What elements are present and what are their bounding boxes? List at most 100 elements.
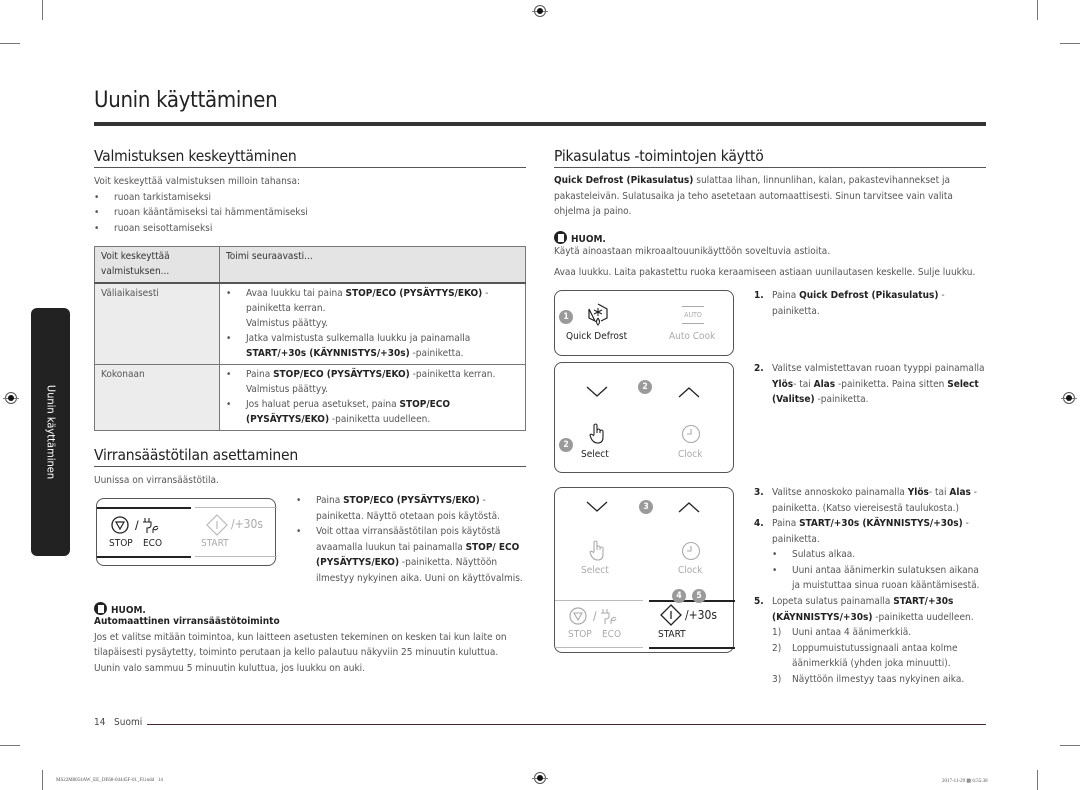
quick-defrost-label: Quick Defrost: [566, 331, 628, 342]
step-4: 4. Paina START/+30s (KÄYNNISTYS/+30s) -p…: [754, 516, 988, 594]
list-item: 2) Loppumuistutussignaali antaa kolme ään…: [772, 642, 958, 670]
pause-intro: Voit keskeyttää valmistuksen milloin tah…: [94, 176, 301, 187]
list-item: Sulatus alkaa.: [772, 547, 988, 563]
quick-defrost-icon[interactable]: [587, 303, 609, 327]
page-title: Uunin käyttäminen: [94, 88, 278, 113]
list-item: Avaa luukku tai paina STOP/ECO (PYSÄYTYS…: [226, 286, 519, 331]
list-item: Voit ottaa virransäästötilan pois käytös…: [296, 524, 526, 586]
bold-term: Ylös: [772, 378, 794, 390]
footer-rule: [147, 724, 986, 725]
stop-eco-icon[interactable]: /: [569, 606, 621, 626]
step-text: Paina: [772, 518, 800, 529]
eco-label: ECO: [143, 538, 163, 549]
step-text: Valitse annoskoko painamalla: [772, 487, 908, 498]
up-arrow-icon[interactable]: [677, 385, 701, 399]
stop-label: STOP: [568, 629, 592, 640]
list-item: Paina STOP/ECO (PYSÄYTYS/EKO) -painikett…: [296, 493, 526, 524]
eco-control-panel: / /+30s STOP ECO START: [96, 498, 277, 566]
crop-mark: [0, 745, 20, 746]
defrost-panel-2: 2 2 Select Clock: [554, 362, 734, 473]
down-arrow-icon[interactable]: [585, 500, 609, 514]
select-label: Select: [581, 449, 609, 460]
table-header-cell: Voit keskeyttää valmistuksen...: [94, 246, 220, 284]
stop-label: STOP: [109, 538, 133, 549]
step-badge: 2: [638, 380, 652, 394]
bold-term: Alas: [813, 378, 836, 390]
registration-mark-icon: [532, 5, 548, 17]
pause-table: Voit keskeyttää valmistuksen... Toimi se…: [94, 246, 526, 431]
crop-mark: [1037, 0, 1038, 20]
pause-heading: Valmistuksen keskeyttäminen: [94, 147, 297, 165]
step-text: -painiketta uudelleen.: [872, 611, 974, 623]
step-badge: 2: [559, 438, 573, 452]
table-cell: Väliaikaisesti: [94, 282, 220, 365]
step-text: Paina: [772, 290, 800, 301]
bold-term: Quick Defrost (Pikasulatus): [799, 290, 939, 301]
list-item: Jatka valmistusta sulkemalla luukku ja p…: [226, 331, 519, 361]
select-hand-icon[interactable]: [588, 423, 608, 445]
step-text: -painiketta. Paina sitten: [835, 378, 948, 390]
page-number: 14: [94, 717, 106, 728]
list-item: 1) Uuni antaa 4 äänimerkkiä.: [772, 627, 912, 638]
title-rule: [94, 122, 986, 126]
step-1: 1. Paina Quick Defrost (Pikasulatus) -pa…: [754, 290, 945, 317]
step-text: -painiketta.: [814, 394, 869, 405]
plus30-label: /+30s: [231, 517, 264, 531]
registration-mark-icon: [532, 772, 548, 784]
plus30-label: /+30s: [685, 608, 718, 622]
start-label: START: [658, 629, 686, 640]
svg-text:/: /: [135, 518, 139, 533]
step-badge: 1: [559, 310, 573, 324]
start-icon[interactable]: [659, 603, 683, 627]
section-rule: [94, 466, 526, 467]
clock-label: Clock: [678, 449, 703, 460]
crop-mark: [1037, 770, 1038, 790]
defrost-prep: Avaa luukku. Laita pakastettu ruoka kera…: [554, 267, 976, 278]
down-arrow-icon[interactable]: [585, 385, 609, 399]
list-item: ruoan kääntämiseksi tai hämmentämiseksi: [94, 205, 526, 221]
side-tab-label: Uunin käyttäminen: [44, 384, 57, 480]
stop-eco-icon[interactable]: /: [111, 515, 163, 535]
defrost-panel-3: 3 Select Clock 4 5 / /+30s STOP ECO STAR…: [554, 487, 735, 653]
bold-term: START/+30s (KÄYNNISTYS/+30s): [799, 518, 963, 529]
clock-icon[interactable]: [681, 424, 701, 444]
select-hand-icon[interactable]: [588, 540, 608, 562]
eco-heading: Virransäästötilan asettaminen: [94, 446, 299, 464]
step-text: Valitse valmistettavan ruoan tyyppi pain…: [772, 363, 985, 374]
crop-mark: [42, 770, 43, 790]
crop-mark: [42, 0, 43, 20]
footer-language: Suomi: [114, 717, 143, 728]
bold-term: Ylös: [907, 487, 929, 498]
table-row: Väliaikaisesti Avaa luukku tai paina STO…: [94, 282, 526, 365]
eco-bullets: Paina STOP/ECO (PYSÄYTYS/EKO) -painikett…: [296, 493, 526, 586]
defrost-note-text: Käytä ainoastaan mikroaaltouunikäyttöön …: [554, 246, 831, 257]
start-icon[interactable]: [205, 513, 229, 537]
step-2: 2. Valitse valmistettavan ruoan tyyppi p…: [754, 363, 985, 405]
defrost-panel-1: 1 Quick Defrost AUTO Auto Cook: [554, 290, 734, 356]
up-arrow-icon[interactable]: [677, 500, 701, 514]
table-cell: Paina STOP/ECO (PYSÄYTYS/EKO) -painikett…: [219, 364, 526, 431]
list-item: ruoan seisottamiseksi: [94, 221, 526, 237]
step-text: Lopeta sulatus painamalla: [772, 596, 894, 607]
clock-icon[interactable]: [681, 541, 701, 561]
step-badge: 3: [639, 500, 653, 514]
step-badge: 4: [672, 589, 686, 603]
crop-mark: [1060, 43, 1080, 44]
table-row: Kokonaan Paina STOP/ECO (PYSÄYTYS/EKO) -…: [94, 364, 526, 431]
section-rule: [554, 167, 986, 168]
print-slug-file: MS22M8054AW_EE_DE68-04445F-01_FI.indd 14: [56, 778, 163, 783]
defrost-intro: Quick Defrost (Pikasulatus) sulattaa lih…: [554, 175, 953, 217]
table-header-cell: Toimi seuraavasti...: [219, 246, 526, 284]
note-title: Automaattinen virransäästötoiminto: [94, 616, 280, 627]
registration-mark-icon: [1061, 392, 1077, 404]
page-footer: 14 Suomi: [94, 717, 142, 728]
list-item: 3) Näyttöön ilmestyy taas nykyinen aika.: [772, 673, 965, 685]
eco-label: ECO: [602, 629, 622, 640]
step-text: - tai: [793, 378, 814, 390]
auto-cook-icon[interactable]: AUTO: [682, 306, 704, 324]
list-item: ruoan tarkistamiseksi: [94, 190, 526, 206]
table-cell: Kokonaan: [94, 364, 220, 431]
step-4-bullets: Sulatus alkaa. Uuni antaa äänimerkin sul…: [754, 547, 988, 594]
step-badge: 5: [692, 589, 706, 603]
list-item: Jos haluat perua asetukset, paina STOP/E…: [226, 397, 519, 427]
